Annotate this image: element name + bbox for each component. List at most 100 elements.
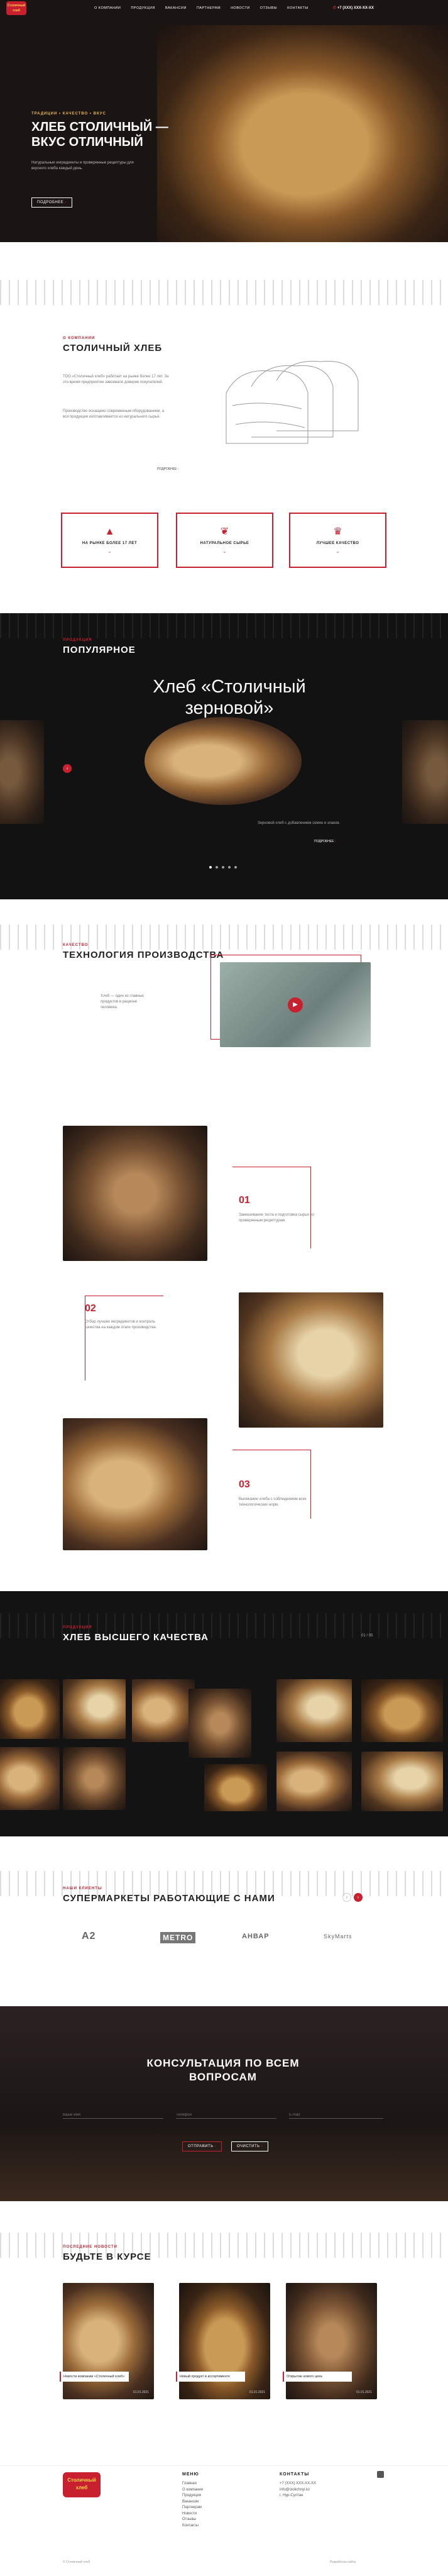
footer-menu-item[interactable]: Продукция	[182, 2493, 203, 2499]
nav-item-reviews[interactable]: Отзывы	[260, 6, 277, 10]
product-title-line-2: зерновой»	[185, 698, 274, 718]
prev-product-image[interactable]	[0, 720, 44, 824]
footer-menu-item[interactable]: Главная	[182, 2481, 203, 2487]
reset-label: Очистить	[237, 2145, 260, 2148]
steps-section: 01 Замешивание теста и подготовка сырья …	[0, 1107, 448, 1591]
news-title: Будьте в курсе	[63, 2251, 151, 2262]
ornament-decoration	[0, 613, 448, 638]
about-title: Столичный хлеб	[63, 343, 163, 353]
about-kicker: О компании	[63, 336, 96, 340]
product-title: Хлеб «Столичный зерновой»	[132, 676, 327, 719]
top-nav: О компании Продукция Вакансии Партнерам …	[94, 6, 309, 10]
about-more-link[interactable]: Подробнее ›	[157, 467, 179, 471]
nav-item-about[interactable]: О компании	[94, 6, 121, 10]
name-input[interactable]	[63, 2110, 163, 2119]
footer-menu-item[interactable]: Партнерам	[182, 2505, 203, 2511]
consult-title-line-2: вопросам	[189, 2071, 257, 2083]
product-description: Зерновой хлеб с добавлением семян и злак…	[258, 821, 341, 825]
footer: Столичный хлеб Меню Главная О компании П…	[0, 2465, 448, 2576]
reset-button[interactable]: Очистить ›	[231, 2141, 269, 2151]
quality-section: Продукция Хлеб высшего качества 01 / 05	[0, 1591, 448, 1836]
logo[interactable]: Столичный хлеб	[6, 1, 26, 15]
quality-counter: 01 / 05	[361, 1634, 373, 1638]
footer-email[interactable]: info@stolichnyi.kz	[280, 2487, 316, 2494]
partners-section: Наши клиенты Супермаркеты работающие с н…	[0, 1836, 448, 2006]
footer-contacts: +7 (XXX) XXX-XX-XX info@stolichnyi.kz г.…	[280, 2481, 316, 2499]
step-1-text: Замешивание теста и подготовка сырья по …	[239, 1213, 314, 1223]
slider-dot[interactable]	[222, 866, 224, 869]
nav-item-jobs[interactable]: Вакансии	[165, 6, 187, 10]
slider-dot[interactable]	[216, 866, 218, 869]
footer-menu-item[interactable]: О компании	[182, 2487, 203, 2494]
gallery-tile[interactable]	[0, 1679, 60, 1739]
header-phone[interactable]: ✆ +7 (XXX) XXX-XX-XX	[333, 6, 374, 10]
chevron-down-icon: ⌄	[222, 550, 227, 554]
ornament-decoration	[0, 1871, 448, 1896]
quality-kicker: Продукция	[63, 1626, 92, 1629]
phone-text: +7 (XXX) XXX-XX-XX	[337, 6, 374, 10]
feature-card-natural[interactable]: ❦ Натуральное сырье ⌄	[176, 513, 273, 568]
phone-input[interactable]	[176, 2110, 276, 2119]
step-2-text: Отбор лучших ингредиентов и контроль кач…	[85, 1320, 157, 1330]
about-paragraph-1: ТОО «Столичный хлеб» работает на рынке б…	[63, 375, 169, 384]
gallery-tile[interactable]	[132, 1679, 195, 1742]
feature-card-quality[interactable]: ♛ Лучшее качество ⌄	[289, 513, 386, 568]
slider-dot[interactable]	[209, 866, 212, 869]
slider-dots[interactable]	[207, 860, 239, 872]
footer-menu-item[interactable]: Новости	[182, 2511, 203, 2518]
gallery-tile[interactable]	[276, 1752, 352, 1811]
hero-more-button[interactable]: Подробнее ›	[31, 197, 72, 208]
nav-item-partners[interactable]: Партнерам	[197, 6, 221, 10]
step-1-image	[63, 1126, 207, 1261]
gallery-tile[interactable]	[361, 1752, 443, 1811]
popular-section: Продукция Популярное Хлеб «Столичный зер…	[0, 613, 448, 899]
video-player[interactable]: ▶	[220, 962, 371, 1047]
slider-dot[interactable]	[228, 866, 231, 869]
footer-menu-item[interactable]: Контакты	[182, 2523, 203, 2529]
tech-section: Качество Технология производства Хлеб — …	[0, 899, 448, 1107]
prev-arrow-icon[interactable]: ‹	[63, 764, 72, 773]
product-more-link[interactable]: Подробнее ›	[314, 840, 336, 843]
gallery-tile[interactable]	[63, 1679, 126, 1739]
gallery-tile[interactable]	[361, 1679, 443, 1742]
partners-prev-icon[interactable]: ‹	[342, 1893, 351, 1902]
news-card[interactable]: Новости компании «Столичный хлеб» 01.01.…	[60, 2283, 154, 2399]
feature-label: На рынке более 17 лет	[82, 541, 138, 545]
news-card-date: 01.01.2021	[356, 2390, 372, 2394]
news-card[interactable]: Новый продукт в ассортименте 01.01.2021	[176, 2283, 270, 2399]
slider-dot[interactable]	[234, 866, 237, 869]
play-icon[interactable]: ▶	[288, 997, 303, 1013]
cup-icon: ♛	[333, 526, 342, 537]
footer-menu-item[interactable]: Вакансии	[182, 2499, 203, 2506]
gallery-tile[interactable]	[188, 1689, 251, 1758]
nav-item-contacts[interactable]: Контакты	[287, 6, 309, 10]
news-card[interactable]: Открытие нового цеха 01.01.2021	[283, 2283, 377, 2399]
about-paragraph-2: Производство оснащено современным оборуд…	[63, 409, 165, 419]
instagram-icon[interactable]	[377, 2471, 384, 2478]
gallery-tile[interactable]	[0, 1747, 60, 1810]
step-2-frame	[85, 1296, 163, 1380]
gallery-tile[interactable]	[63, 1747, 126, 1810]
product-more-label: Подробнее	[314, 840, 334, 843]
consult-section: Консультация по всем вопросам Отправить …	[0, 2006, 448, 2201]
email-input[interactable]	[289, 2110, 383, 2119]
footer-address: г. Нур-Султан	[280, 2494, 303, 2497]
developer-credit[interactable]: Разработка сайта	[330, 2560, 356, 2564]
feature-card-years[interactable]: ▲ На рынке более 17 лет ⌄	[61, 513, 158, 568]
popular-title: Популярное	[63, 645, 136, 655]
footer-logo[interactable]: Столичный хлеб	[63, 2472, 101, 2497]
nav-item-products[interactable]: Продукция	[131, 6, 155, 10]
next-product-image[interactable]	[402, 720, 448, 824]
footer-menu-item[interactable]: Отзывы	[182, 2517, 203, 2523]
consult-title: Консультация по всем вопросам	[113, 2057, 333, 2084]
footer-phone[interactable]: +7 (XXX) XXX-XX-XX	[280, 2481, 316, 2487]
product-title-line-1: Хлеб «Столичный	[153, 677, 306, 697]
gallery-tile[interactable]	[204, 1764, 267, 1811]
send-button[interactable]: Отправить ›	[182, 2141, 222, 2151]
partners-next-icon[interactable]: ›	[354, 1893, 363, 1902]
quality-title: Хлеб высшего качества	[63, 1632, 209, 1643]
gallery-tile[interactable]	[276, 1679, 352, 1742]
mountain-icon: ▲	[104, 526, 115, 537]
nav-item-news[interactable]: Новости	[231, 6, 250, 10]
send-label: Отправить	[188, 2145, 214, 2148]
